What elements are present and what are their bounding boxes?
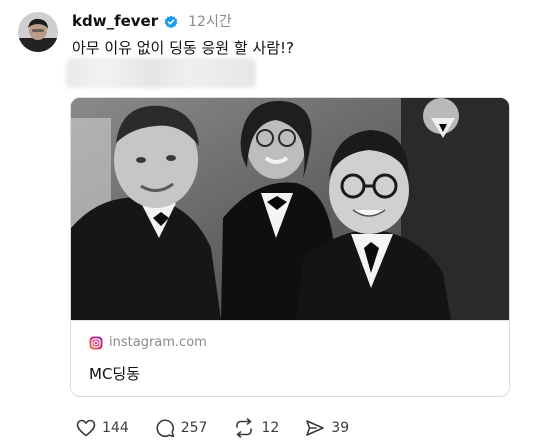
post-action-bar: 144 257 12 39 (76, 418, 349, 438)
verified-badge-icon (164, 14, 178, 29)
post-header: kdw_fever 12시간 (72, 10, 232, 32)
link-preview-footer: instagram.com MC딩동 (71, 320, 509, 396)
post-caption: 아무 이유 없이 딩동 응원 할 사람!? (72, 39, 294, 57)
link-preview-card[interactable]: instagram.com MC딩동 (70, 97, 510, 397)
like-count: 144 (102, 420, 129, 436)
avatar[interactable] (18, 12, 58, 52)
share-button[interactable]: 39 (305, 419, 349, 437)
link-source: instagram.com (89, 335, 207, 350)
avatar-photo (18, 12, 58, 52)
thread-post: kdw_fever 12시간 아무 이유 없이 딩동 응원 할 사람!? ins… (0, 0, 560, 447)
repost-icon (236, 418, 253, 438)
comment-count: 257 (180, 420, 208, 436)
link-source-domain: instagram.com (109, 335, 207, 350)
link-title: MC딩동 (89, 365, 141, 383)
link-preview-image (71, 98, 509, 320)
repost-button[interactable]: 12 (233, 418, 279, 438)
like-button[interactable]: 144 (76, 419, 129, 437)
post-timestamp: 12시간 (188, 14, 232, 30)
heart-icon (76, 419, 96, 437)
username[interactable]: kdw_fever (72, 12, 158, 30)
repost-count: 12 (261, 420, 280, 436)
send-icon (306, 420, 325, 436)
share-count: 39 (331, 420, 350, 436)
comment-icon (156, 419, 174, 438)
blurred-text (66, 58, 256, 88)
instagram-icon (89, 336, 103, 350)
comment-button[interactable]: 257 (155, 418, 208, 438)
